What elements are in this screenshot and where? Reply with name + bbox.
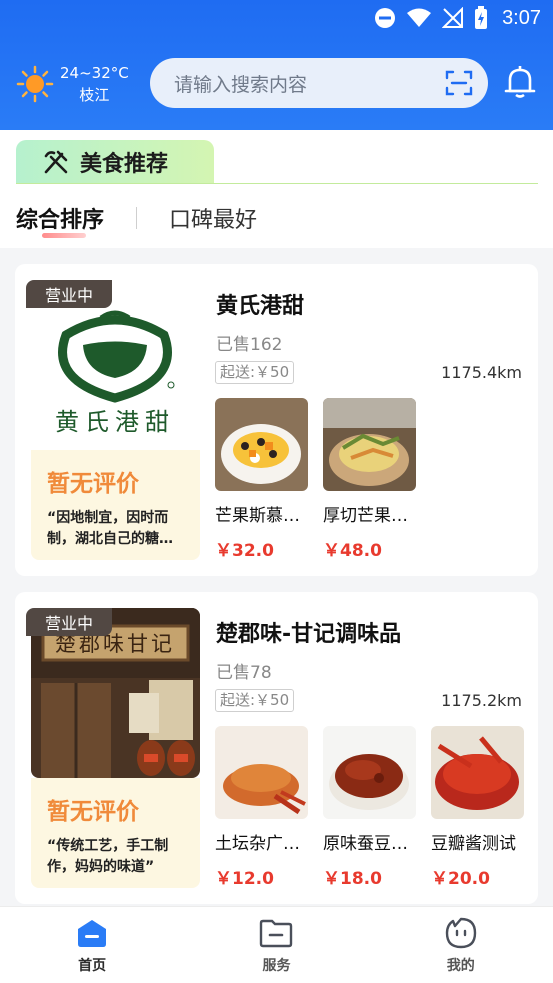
open-status-badge: 营业中 xyxy=(26,608,112,636)
review-title: 暂无评价 xyxy=(47,799,139,825)
battery-charging-icon xyxy=(475,6,488,29)
nav-label: 服务 xyxy=(262,958,291,974)
food-recommend-section: 美食推荐 综合排序 口碑最好 xyxy=(0,130,553,248)
dish-name: 原味蚕豆… xyxy=(323,834,408,854)
logo-text: 黄氏港甜 xyxy=(55,408,175,436)
nav-home[interactable]: 首页 xyxy=(0,907,184,983)
dish-item[interactable]: 土坛杂广… ￥12.0 xyxy=(215,726,308,889)
dish-price: ￥18.0 xyxy=(323,869,382,889)
nav-service[interactable]: 服务 xyxy=(184,907,368,983)
shop-name[interactable]: 黄氏港甜 xyxy=(216,288,304,320)
dish-price: ￥12.0 xyxy=(215,869,274,889)
weather-widget[interactable]: 24~32°C 枝江 xyxy=(16,62,129,106)
search-input[interactable]: 请输入搜索内容 xyxy=(174,70,444,97)
home-icon xyxy=(78,920,107,947)
do-not-disturb-icon xyxy=(375,8,396,28)
review-panel: 暂无评价 “因地制宜，因时而制，湖北自己的糖水… xyxy=(31,450,200,560)
sort-tab-comprehensive[interactable]: 综合排序 xyxy=(16,202,105,238)
nav-profile[interactable]: 我的 xyxy=(369,907,553,983)
dish-item[interactable]: 豆瓣酱测试 ￥20.0 xyxy=(431,726,524,889)
dish-image xyxy=(323,398,416,491)
nav-label: 首页 xyxy=(78,958,107,974)
dish-name: 厚切芒果… xyxy=(323,506,408,526)
scan-icon[interactable] xyxy=(444,68,474,98)
sort-tab-label: 综合排序 xyxy=(16,208,105,233)
open-status-badge: 营业中 xyxy=(26,280,112,308)
active-sort-indicator xyxy=(42,233,86,238)
review-title: 暂无评价 xyxy=(47,471,139,497)
wifi-icon xyxy=(407,8,432,27)
shop-distance: 1175.4km xyxy=(441,363,522,382)
sold-count: 已售162 xyxy=(216,335,283,355)
shop-slogan: “传统工艺，手工制作，妈妈的味道” xyxy=(47,838,169,875)
status-time: 3:07 xyxy=(502,6,541,29)
search-bar[interactable]: 请输入搜索内容 xyxy=(150,58,488,108)
dish-name: 土坛杂广… xyxy=(215,834,300,854)
sort-tabs: 综合排序 口碑最好 xyxy=(16,202,257,238)
review-panel: 暂无评价 “传统工艺，手工制作，妈妈的味道” xyxy=(31,778,200,888)
fork-knife-icon xyxy=(44,150,68,174)
shop-slogan: “因地制宜，因时而制，湖北自己的糖水… xyxy=(47,510,169,547)
section-divider xyxy=(16,183,538,184)
dish-list: 土坛杂广… ￥12.0 原味蚕豆… ￥18.0 豆瓣酱测试 ￥20.0 xyxy=(215,726,524,889)
folder-icon xyxy=(260,919,293,948)
dish-name: 豆瓣酱测试 xyxy=(431,834,516,854)
dish-item[interactable]: 厚切芒果… ￥48.0 xyxy=(323,398,416,561)
dish-item[interactable]: 芒果斯慕… ￥32.0 xyxy=(215,398,308,561)
min-delivery-badge: 起送:￥50 xyxy=(215,361,295,384)
sold-count: 已售78 xyxy=(216,663,272,683)
sun-icon xyxy=(16,65,54,103)
bell-icon[interactable] xyxy=(502,64,538,100)
section-title: 美食推荐 xyxy=(80,152,169,177)
shop-distance: 1175.2km xyxy=(441,691,522,710)
min-delivery-badge: 起送:￥50 xyxy=(215,689,295,712)
shop-card[interactable]: 营业中 黄氏港甜 暂无评价 “因地制宜，因时而制，湖北自己的糖水… 黄氏港甜 已… xyxy=(15,264,538,576)
dish-price: ￥32.0 xyxy=(215,541,274,561)
shop-card[interactable]: 营业中 楚郡味甘记 暂无评价 “传统工艺，手工制作，妈妈的味道” 楚郡味-甘记调… xyxy=(15,592,538,904)
food-recommend-tag: 美食推荐 xyxy=(16,140,214,184)
dish-image xyxy=(323,726,416,819)
dish-name: 芒果斯慕… xyxy=(215,506,300,526)
weather-city: 枝江 xyxy=(79,86,110,104)
dish-list: 芒果斯慕… ￥32.0 厚切芒果… ￥48.0 xyxy=(215,398,416,561)
profile-icon xyxy=(445,917,477,949)
dish-price: ￥48.0 xyxy=(323,541,382,561)
sort-separator xyxy=(136,207,138,229)
shop-name[interactable]: 楚郡味-甘记调味品 xyxy=(216,616,401,648)
weather-temp: 24~32°C xyxy=(60,64,129,82)
sort-tab-best-rated[interactable]: 口碑最好 xyxy=(169,202,257,234)
dish-image xyxy=(215,398,308,491)
nav-label: 我的 xyxy=(446,958,475,974)
dish-image xyxy=(431,726,524,819)
dish-item[interactable]: 原味蚕豆… ￥18.0 xyxy=(323,726,416,889)
app-header: 3:07 24~32°C 枝江 请输入搜索内容 xyxy=(0,0,553,130)
status-bar: 3:07 xyxy=(0,0,553,40)
bottom-nav: 首页 服务 我的 xyxy=(0,906,553,983)
dish-image xyxy=(215,726,308,819)
no-signal-icon xyxy=(442,7,464,28)
dish-price: ￥20.0 xyxy=(431,869,490,889)
